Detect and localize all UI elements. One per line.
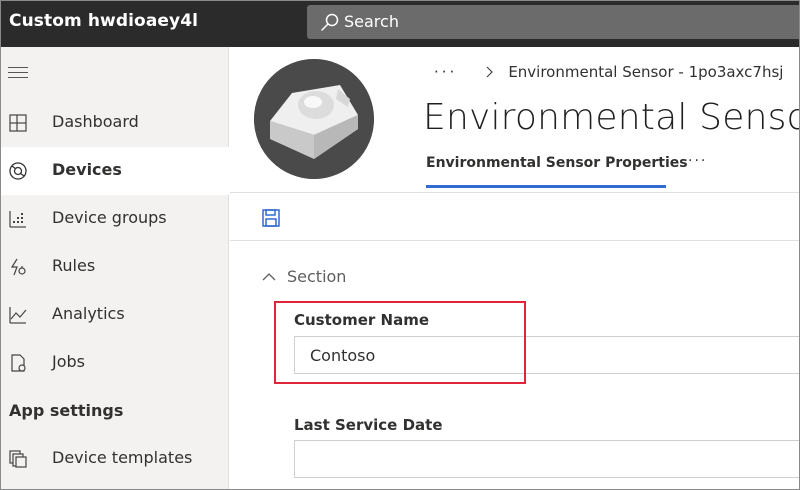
- save-icon[interactable]: [261, 208, 281, 228]
- page-title: Environmental Sensor: [423, 97, 800, 138]
- device-templates-icon: [9, 450, 27, 468]
- sidebar-item-label: Device templates: [52, 448, 193, 467]
- toolbar: [230, 193, 799, 241]
- customer-name-label: Customer Name: [294, 311, 429, 329]
- rules-icon: [10, 258, 26, 276]
- chevron-up-icon: [262, 272, 276, 280]
- sidebar-item-label: Device groups: [52, 208, 167, 227]
- last-service-date-input[interactable]: [294, 440, 799, 478]
- sidebar-item-label: Devices: [52, 160, 122, 179]
- sidebar: Dashboard Devices Device groups Rules An…: [1, 47, 229, 489]
- analytics-icon: [9, 307, 27, 324]
- app-title: Custom hwdioaey4l: [9, 11, 199, 31]
- main-content: ··· Environmental Sensor - 1po3axc7hsj E…: [230, 47, 800, 489]
- last-service-date-label: Last Service Date: [294, 416, 443, 434]
- device-image: [254, 59, 374, 179]
- sidebar-item-dashboard[interactable]: Dashboard: [1, 99, 229, 147]
- jobs-icon: [11, 354, 26, 372]
- dashboard-icon: [9, 114, 27, 132]
- sidebar-item-device-templates[interactable]: Device templates: [1, 435, 229, 483]
- sidebar-item-jobs[interactable]: Jobs: [1, 339, 229, 387]
- sidebar-item-label: Analytics: [52, 304, 125, 323]
- section-label: Section: [287, 267, 347, 286]
- device-header: ··· Environmental Sensor - 1po3axc7hsj E…: [230, 47, 800, 193]
- app-window: Custom hwdioaey4l Search Dashboard Devic…: [0, 0, 800, 490]
- search-placeholder: Search: [344, 12, 399, 31]
- top-bar: Custom hwdioaey4l Search: [1, 1, 799, 47]
- sidebar-item-device-groups[interactable]: Device groups: [1, 195, 229, 243]
- tab-active-indicator: [426, 185, 666, 188]
- customer-name-input[interactable]: [294, 336, 799, 374]
- sidebar-item-label: Rules: [52, 256, 96, 275]
- device-groups-icon: [9, 211, 26, 228]
- sidebar-item-devices[interactable]: Devices: [1, 147, 229, 195]
- search-icon: [321, 13, 339, 31]
- tab-label: Environmental Sensor Properties: [426, 155, 688, 171]
- tab-more-button[interactable]: ···: [688, 153, 707, 169]
- breadcrumb: ··· Environmental Sensor - 1po3axc7hsj: [434, 61, 783, 83]
- tab-environmental-sensor-properties[interactable]: Environmental Sensor Properties: [426, 152, 688, 189]
- section-toggle[interactable]: Section: [262, 267, 346, 286]
- app-settings-heading: App settings: [9, 401, 124, 420]
- sidebar-item-analytics[interactable]: Analytics: [1, 291, 229, 339]
- sidebar-item-rules[interactable]: Rules: [1, 243, 229, 291]
- sidebar-item-label: Jobs: [52, 352, 85, 371]
- breadcrumb-more-button[interactable]: ···: [434, 63, 457, 81]
- devices-icon: [9, 162, 27, 180]
- breadcrumb-current: Environmental Sensor - 1po3axc7hsj: [508, 63, 784, 81]
- hamburger-menu-icon[interactable]: [8, 67, 28, 81]
- sidebar-item-label: Dashboard: [52, 112, 139, 131]
- search-box[interactable]: Search: [307, 5, 799, 39]
- chevron-right-icon: [486, 66, 494, 78]
